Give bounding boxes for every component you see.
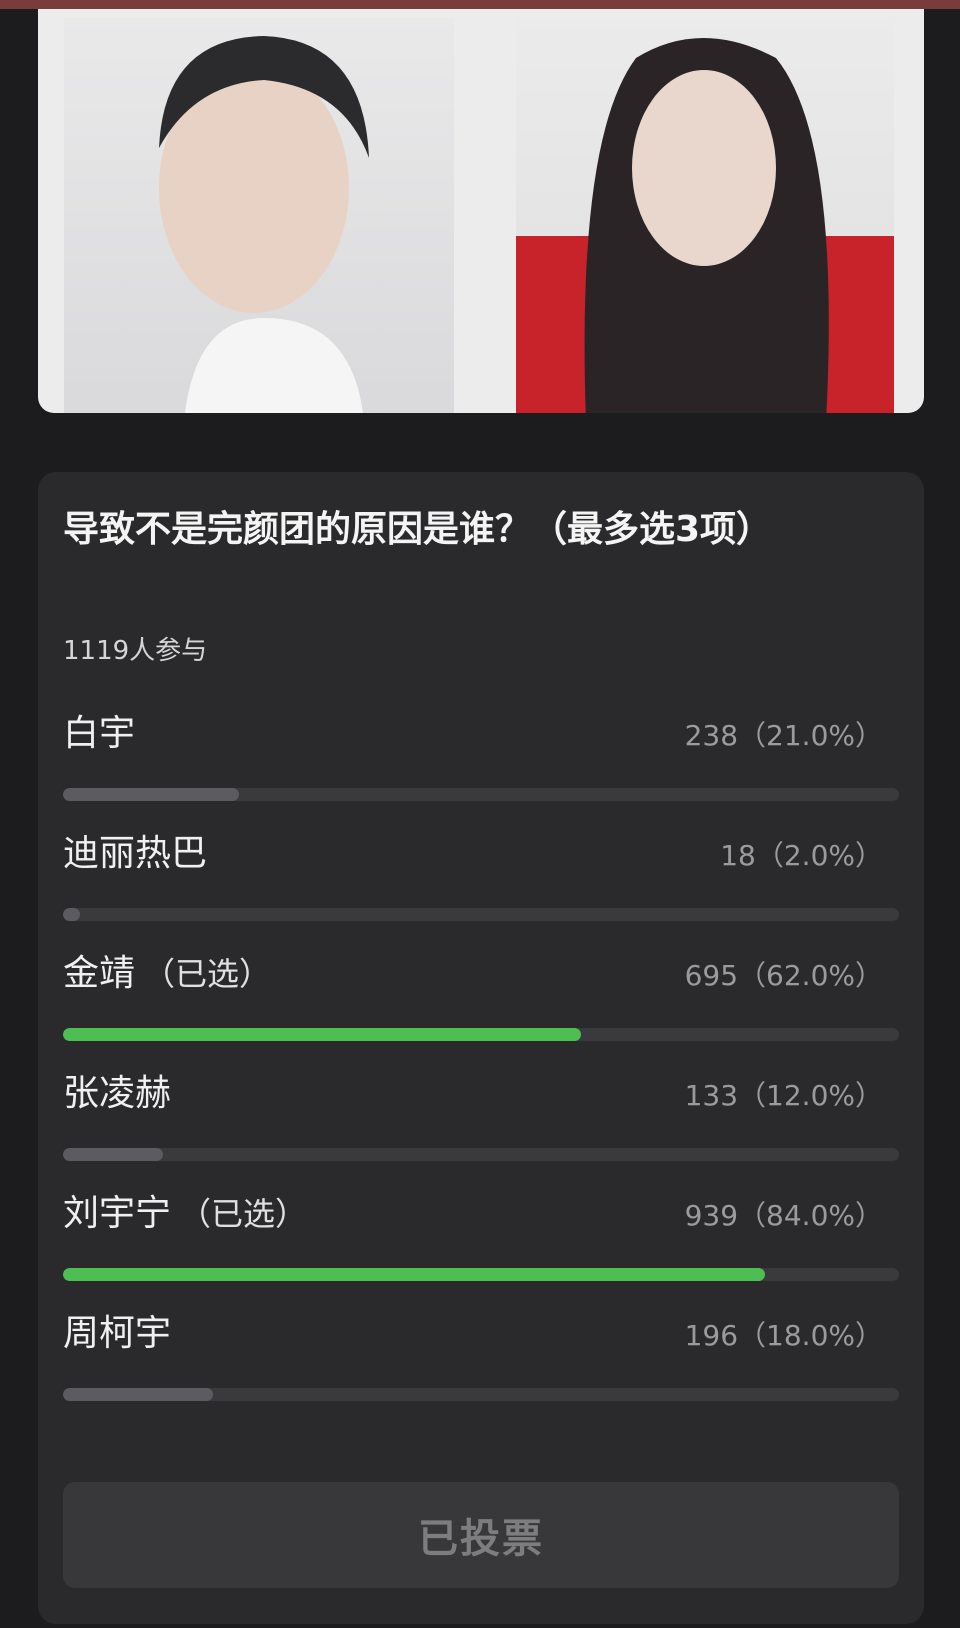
option-bar-track [63,1028,899,1041]
option-selected-tag: （已选） [179,1195,308,1233]
option-name: 迪丽热巴 [63,833,208,874]
poll-option[interactable]: 白宇 238（21.0%） [63,712,899,812]
option-label: 周柯宇 [63,1312,179,1356]
option-bar-fill [63,1268,766,1281]
option-name: 张凌赫 [63,1073,172,1114]
option-bar-fill [63,908,80,921]
option-label: 刘宇宁 （已选） [63,1192,307,1236]
poll-title: 导致不是完颜团的原因是谁？（最多选3项） [63,509,773,550]
option-bar-track [63,1148,899,1161]
option-label: 白宇 [63,712,143,756]
option-label: 金靖 （已选） [63,952,271,996]
person-photo-left [64,18,454,413]
option-name: 白宇 [63,713,136,754]
poll-card: 导致不是完颜团的原因是谁？（最多选3项） 1119人参与 白宇 238（21.0… [38,472,924,1624]
option-bar-track [63,1388,899,1401]
participant-count: 1119人参与 [63,636,208,666]
image-banner[interactable] [38,9,924,413]
option-count: 695（62.0%） [684,959,883,992]
poll-option[interactable]: 张凌赫 133（12.0%） [63,1072,899,1172]
option-count: 939（84.0%） [684,1199,883,1232]
option-name: 刘宇宁 [63,1193,172,1234]
poll-option[interactable]: 金靖 （已选） 695（62.0%） [63,952,899,1052]
option-bar-track [63,1268,899,1281]
voted-button[interactable]: 已投票 [63,1482,899,1588]
option-label: 迪丽热巴 [63,832,215,876]
option-count: 238（21.0%） [684,719,883,752]
option-count: 18（2.0%） [720,839,883,872]
option-bar-fill [63,1148,164,1161]
poll-option[interactable]: 刘宇宁 （已选） 939（84.0%） [63,1192,899,1292]
option-count: 133（12.0%） [684,1079,883,1112]
person-photo-right [516,18,894,413]
option-bar-fill [63,788,239,801]
option-selected-tag: （已选） [143,955,272,993]
option-label: 张凌赫 [63,1072,179,1116]
top-color-strip [0,0,960,9]
poll-option[interactable]: 迪丽热巴 18（2.0%） [63,832,899,932]
option-name: 金靖 [63,953,136,994]
option-bar-track [63,788,899,801]
option-bar-fill [63,1388,214,1401]
option-bar-fill [63,1028,582,1041]
option-count: 196（18.0%） [684,1319,883,1352]
option-name: 周柯宇 [63,1313,172,1354]
option-bar-track [63,908,899,921]
poll-option[interactable]: 周柯宇 196（18.0%） [63,1312,899,1412]
